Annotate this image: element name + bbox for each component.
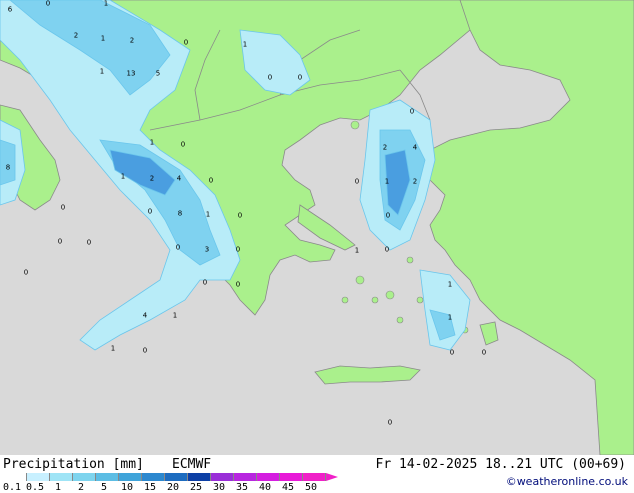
precip-value-label: 1 [205,210,211,219]
precip-value-label: 0 [57,237,63,246]
scale-swatch [73,473,96,481]
precip-value-label: 0 [481,348,487,357]
scale-tick-label: 15 [143,482,157,493]
precip-value-label: 1 [100,34,106,43]
scale-swatch [4,473,27,481]
precip-value-label: 1 [110,344,116,353]
color-scale-bar [4,473,338,481]
precip-value-label: 1 [120,172,126,181]
scale-tick-label: 35 [235,482,249,493]
scale-tick-label: 20 [166,482,180,493]
precip-value-label: 6 [7,5,13,14]
precip-value-label: 0 [208,176,214,185]
precip-value-label: 0 [45,0,51,8]
precip-value-label: 0 [183,38,189,47]
precip-value-label: 0 [86,238,92,247]
scale-tick-label: 1 [54,482,62,493]
legend-footer: Precipitation [mm] ECMWF Fr 14-02-2025 1… [0,455,634,493]
precip-value-label: 0 [387,418,393,427]
precip-value-label: 13 [126,69,136,78]
legend-title: Precipitation [mm] [3,457,144,472]
scale-swatch [142,473,165,481]
scale-tick-label: 50 [304,482,318,493]
scale-arrow [326,473,338,481]
precip-value-label: 0 [147,207,153,216]
scale-swatch [50,473,73,481]
precipitation-map: 0 1 6 2 1 2 0 1 13 5 0 0 1 8 0 1 2 0 4 0 1 2 1 2 4 0 0 0 8 0 1 0 0 0 0 0 1 3 0… [0,0,634,455]
precip-value-label: 0 [180,140,186,149]
precip-value-label: 1 [103,0,109,8]
model-name: ECMWF [172,457,212,472]
scale-swatch [27,473,50,481]
scale-tick-label: 2 [77,482,85,493]
precip-value-label: 0 [385,211,391,220]
scale-tick-label: 10 [120,482,134,493]
scale-swatch [188,473,211,481]
precip-value-label: 0 [202,278,208,287]
precip-value-label: 3 [204,245,210,254]
precip-value-label: 1 [384,177,390,186]
precip-value-label: 5 [155,69,161,78]
precip-value-label: 0 [297,73,303,82]
precip-value-label: 0 [235,245,241,254]
scale-tick-label: 25 [189,482,203,493]
scale-swatch [211,473,234,481]
precip-value-label: 4 [412,143,418,152]
precip-value-label: 1 [99,67,105,76]
credit-text: ©weatheronline.co.uk [505,475,628,488]
precip-value-label: 0 [60,203,66,212]
precip-value-label: 2 [412,177,418,186]
precip-value-label: 1 [447,313,453,322]
precip-value-label: 1 [354,246,360,255]
scale-swatch [165,473,188,481]
precip-value-label: 1 [447,280,453,289]
precip-value-label: 0 [23,268,29,277]
precip-value-label: 1 [172,311,178,320]
precip-value-label: 0 [237,211,243,220]
precip-value-label: 2 [73,31,79,40]
scale-swatch [234,473,257,481]
scale-tick-label: 0.5 [25,482,45,493]
precip-value-label: 1 [149,138,155,147]
scale-swatch [303,473,326,481]
precip-value-label: 0 [175,243,181,252]
precip-value-label: 0 [235,280,241,289]
precip-value-label: 2 [149,174,155,183]
scale-swatch [96,473,119,481]
precip-value-label: 0 [384,245,390,254]
precip-value-label: 2 [382,143,388,152]
precip-value-label: 0 [142,346,148,355]
scale-tick-label: 30 [212,482,226,493]
precip-value-label: 8 [177,209,183,218]
precip-value-label: 4 [176,174,182,183]
precip-value-label: 0 [354,177,360,186]
forecast-datetime: Fr 14-02-2025 18..21 UTC (00+69) [375,457,626,472]
scale-swatch [119,473,142,481]
scale-tick-label: 40 [258,482,272,493]
precip-value-label: 0 [409,107,415,116]
scale-tick-label: 5 [100,482,108,493]
precip-value-label: 0 [449,348,455,357]
scale-swatch [280,473,303,481]
scale-tick-label: 45 [281,482,295,493]
precip-value-label: 8 [5,163,11,172]
precip-value-label: 4 [142,311,148,320]
scale-tick-label: 0.1 [2,482,22,493]
precip-value-label: 1 [242,40,248,49]
precip-value-label: 0 [267,73,273,82]
scale-swatch [257,473,280,481]
precip-value-label: 2 [129,36,135,45]
map-graphic [0,0,634,455]
